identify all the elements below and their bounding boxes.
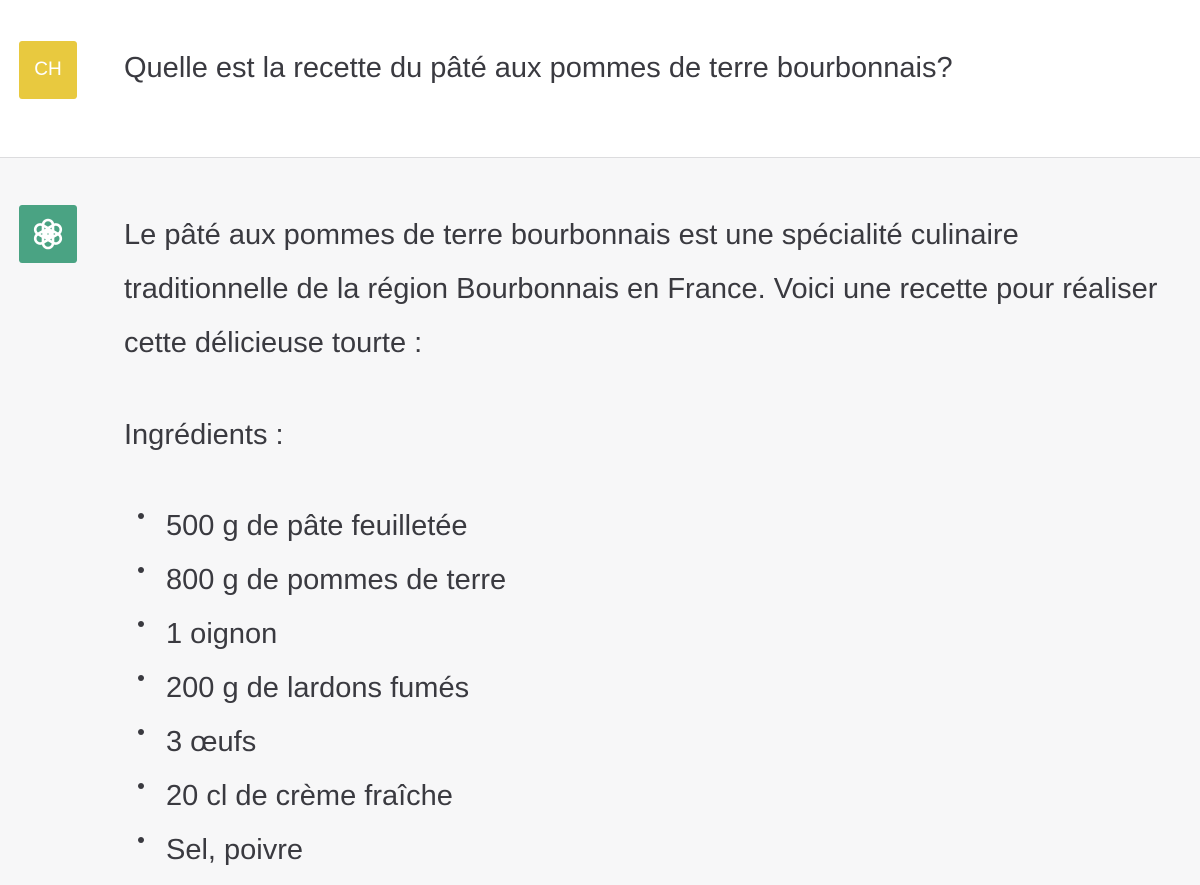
list-item: 500 g de pâte feuilletée (124, 499, 1174, 553)
assistant-avatar (19, 205, 77, 263)
ingredient-text: 3 œufs (166, 726, 257, 758)
assistant-response: Le pâté aux pommes de terre bourbonnais … (124, 208, 1174, 877)
user-avatar: CH (19, 41, 77, 99)
bullet-icon (138, 567, 144, 573)
ingredients-list: 500 g de pâte feuilletée 800 g de pommes… (124, 499, 1174, 877)
list-item: 800 g de pommes de terre (124, 553, 1174, 607)
response-intro: Le pâté aux pommes de terre bourbonnais … (124, 219, 1158, 359)
ingredient-text: 20 cl de crème fraîche (166, 780, 453, 812)
list-item: 20 cl de crème fraîche (124, 769, 1174, 823)
list-item: 3 œufs (124, 715, 1174, 769)
list-item: 1 oignon (124, 607, 1174, 661)
ingredient-text: 200 g de lardons fumés (166, 672, 470, 704)
bullet-icon (138, 783, 144, 789)
ingredient-text: Sel, poivre (166, 834, 304, 866)
bullet-icon (138, 675, 144, 681)
list-item: Sel, poivre (124, 823, 1174, 877)
user-message: CH Quelle est la recette du pâté aux pom… (0, 0, 1200, 158)
ingredient-text: 800 g de pommes de terre (166, 564, 507, 596)
openai-logo-icon (33, 218, 63, 250)
ingredients-heading: Ingrédients : (124, 419, 284, 451)
user-avatar-initials: CH (34, 59, 62, 80)
bullet-icon (138, 513, 144, 519)
ingredient-text: 1 oignon (166, 618, 278, 650)
user-message-text: Quelle est la recette du pâté aux pommes… (124, 52, 953, 84)
ingredient-text: 500 g de pâte feuilletée (166, 510, 468, 542)
assistant-message: Le pâté aux pommes de terre bourbonnais … (0, 158, 1200, 885)
bullet-icon (138, 621, 144, 627)
bullet-icon (138, 837, 144, 843)
list-item: 200 g de lardons fumés (124, 661, 1174, 715)
bullet-icon (138, 729, 144, 735)
